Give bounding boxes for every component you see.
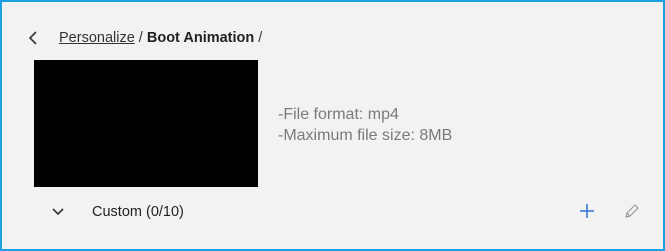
breadcrumb-trailing-separator: /: [254, 30, 263, 46]
animation-preview[interactable]: [34, 60, 258, 187]
breadcrumb-separator: /: [134, 30, 147, 46]
max-size-text: -Maximum file size: 8MB: [278, 127, 453, 144]
breadcrumb: Personalize / Boot Animation /: [59, 30, 262, 46]
header: Personalize / Boot Animation /: [2, 2, 663, 46]
custom-section-label: Custom (0/10): [92, 204, 184, 220]
plus-icon: [580, 204, 594, 218]
back-button[interactable]: [26, 29, 40, 47]
breadcrumb-current: Boot Animation: [146, 30, 255, 46]
file-format-text: -File format: mp4: [278, 106, 399, 123]
edit-button[interactable]: [622, 201, 642, 221]
file-requirements: -File format: mp4 -Maximum file size: 8M…: [278, 104, 452, 146]
boot-animation-panel: Personalize / Boot Animation / -File for…: [0, 0, 665, 251]
custom-section-row: Custom (0/10): [2, 198, 663, 228]
pencil-icon: [625, 204, 639, 218]
chevron-down-icon[interactable]: [51, 206, 65, 218]
chevron-left-icon: [28, 31, 37, 45]
breadcrumb-link-personalize[interactable]: Personalize: [59, 30, 135, 46]
add-button[interactable]: [577, 201, 597, 221]
